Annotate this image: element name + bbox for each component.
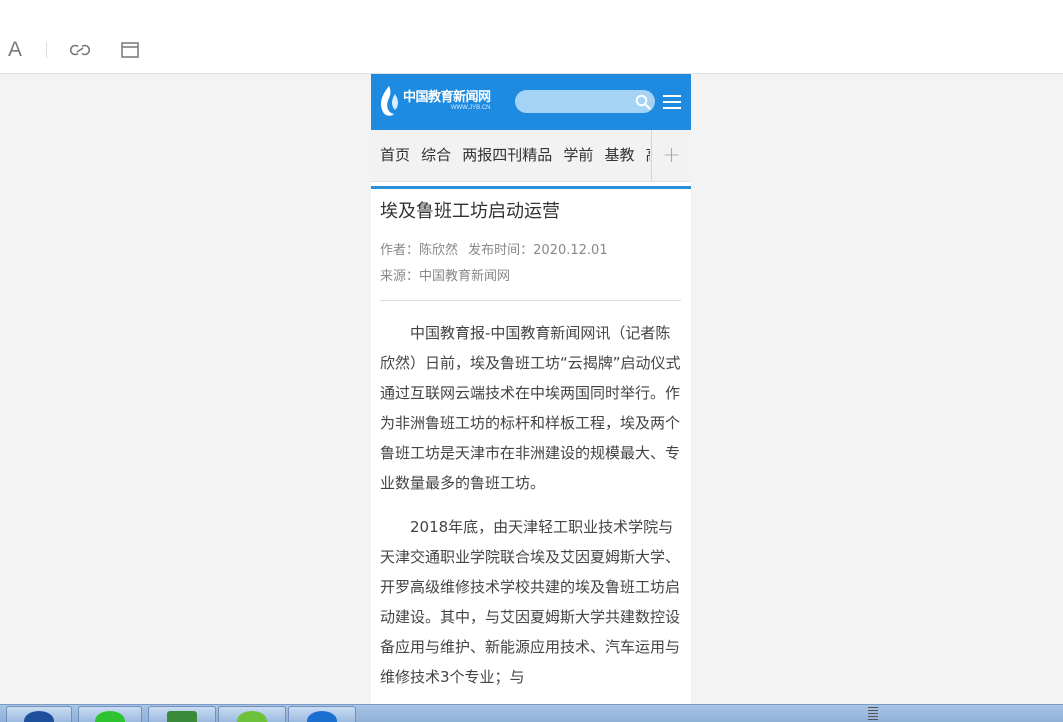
font-button[interactable]: A [4, 36, 26, 64]
taskbar-word[interactable] [6, 706, 72, 722]
category-nav: 首页 综合 两报四刊精品 学前 基教 高 + [371, 130, 691, 182]
article-meta: 作者：陈欣然 发布时间：2020.12.01 来源：中国教育新闻网 [380, 238, 681, 290]
excel-icon [167, 711, 197, 722]
wechat-icon [95, 711, 125, 722]
article-title: 埃及鲁班工坊启动运营 [380, 201, 560, 222]
app-icon [307, 711, 337, 722]
taskbar-excel[interactable] [148, 706, 216, 722]
site-subtitle: WWW.JYB.CN [450, 105, 491, 111]
taskbar-browser[interactable] [218, 706, 286, 722]
browser-icon [237, 711, 267, 722]
taskbar-app[interactable] [288, 706, 356, 722]
window-icon [121, 42, 139, 58]
nav-scroll[interactable]: 首页 综合 两报四刊精品 学前 基教 高 [371, 130, 650, 181]
flame-logo-icon [381, 86, 398, 116]
site-header: 中国教育新闻网 WWW.JYB.CN [371, 74, 691, 130]
article-paragraph: 2018年底，由天津轻工职业技术学院与天津交通职业学院联合埃及艾因夏姆斯大学、开… [380, 518, 681, 686]
mobile-page: 中国教育新闻网 WWW.JYB.CN 首页 综合 两报四刊精品 学前 基教 高 … [371, 74, 691, 706]
tray-grip-icon [868, 707, 878, 721]
article: 埃及鲁班工坊启动运营 作者：陈欣然 发布时间：2020.12.01 来源：中国教… [371, 199, 691, 692]
site-title: 中国教育新闻网 [403, 89, 491, 104]
link-icon [69, 44, 91, 56]
window-button[interactable] [118, 36, 142, 64]
nav-item-general[interactable]: 综合 [421, 130, 451, 181]
search-icon[interactable] [635, 94, 651, 110]
nav-item-home[interactable]: 首页 [380, 130, 410, 181]
article-paragraph: 中国教育报-中国教育新闻网讯（记者陈欣然）日前，埃及鲁班工坊“云揭牌”启动仪式通… [380, 324, 681, 492]
article-divider [380, 300, 681, 301]
taskbar-wechat[interactable] [78, 706, 142, 722]
nav-item-featured[interactable]: 两报四刊精品 [462, 130, 552, 181]
nav-item-basic-ed[interactable]: 基教 [604, 130, 634, 181]
editor-toolbar: A [0, 0, 1063, 74]
article-author: 作者：陈欣然 [380, 243, 459, 258]
nav-item-preschool[interactable]: 学前 [563, 130, 593, 181]
site-logo[interactable]: 中国教育新闻网 WWW.JYB.CN [379, 84, 491, 118]
accent-bar [371, 186, 691, 189]
link-button[interactable] [68, 36, 92, 64]
word-icon [24, 711, 54, 722]
nav-item-higher-ed[interactable]: 高 [646, 130, 650, 181]
nav-more-button[interactable]: + [651, 130, 691, 181]
article-publish-time: 发布时间：2020.12.01 [468, 243, 608, 258]
search-input[interactable] [515, 90, 655, 113]
toolbar-divider [46, 42, 47, 58]
menu-icon[interactable] [663, 95, 681, 109]
os-taskbar [0, 704, 1063, 722]
article-source: 来源：中国教育新闻网 [380, 269, 511, 284]
